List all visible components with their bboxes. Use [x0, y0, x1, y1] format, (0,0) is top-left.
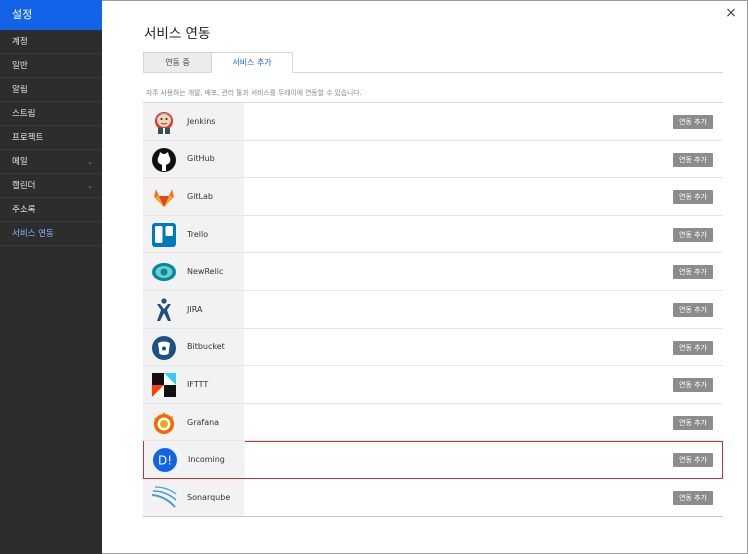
sidebar-item-label: 일반	[12, 61, 28, 71]
service-row: GitLab 연동 추가	[143, 178, 723, 216]
service-cell: JIRA	[143, 290, 244, 328]
tab-divider	[293, 72, 723, 73]
add-integration-button[interactable]: 연동 추가	[673, 152, 713, 167]
sidebar-item-label: 주소록	[12, 205, 36, 215]
trello-icon	[151, 222, 177, 248]
incoming-icon: D!	[152, 447, 178, 473]
service-cell: Sonarqube	[143, 478, 244, 516]
service-row: Sonarqube 연동 추가	[143, 478, 723, 517]
sidebar: 설정 계정일반알림스트림프로젝트메일 ⌄ 캘린더 ⌄ 주소록서비스 연동	[0, 0, 102, 554]
service-name: Bitbucket	[187, 342, 225, 352]
ifttt-icon	[151, 372, 177, 398]
sidebar-item-label: 계정	[12, 37, 28, 47]
sidebar-item[interactable]: 주소록	[0, 198, 102, 222]
service-cell: Bitbucket	[143, 328, 244, 366]
sidebar-item[interactable]: 알림	[0, 78, 102, 102]
newrelic-icon	[151, 259, 177, 285]
service-name: Trello	[187, 229, 209, 239]
tab-bar: 연동 중 서비스 추가	[143, 52, 293, 73]
service-name: GitLab	[187, 191, 213, 201]
sidebar-item-label: 프로젝트	[12, 133, 44, 143]
sidebar-item[interactable]: 스트림	[0, 102, 102, 126]
service-row: Grafana 연동 추가	[143, 403, 723, 442]
service-row: JIRA 연동 추가	[143, 290, 723, 329]
service-row: Jenkins 연동 추가	[143, 103, 723, 141]
service-name: Jenkins	[187, 116, 216, 126]
sidebar-item[interactable]: 프로젝트	[0, 126, 102, 150]
add-integration-button[interactable]: 연동 추가	[673, 227, 713, 242]
service-name: Incoming	[188, 455, 225, 465]
close-icon[interactable]: ×	[724, 6, 738, 20]
sidebar-item-label: 메일	[12, 157, 28, 167]
service-cell: Jenkins	[143, 103, 244, 140]
tab-connected[interactable]: 연동 중	[143, 52, 211, 73]
service-row: NewRelic 연동 추가	[143, 253, 723, 291]
service-list: Jenkins 연동 추가 GitHub 연동 추가 GitLab 연동 추가 Trello…	[143, 102, 723, 517]
description: 자주 사용하는 개발, 배포, 관리 툴과 서비스를 두레이에 연동할 수 있습…	[146, 89, 362, 97]
service-name: Sonarqube	[187, 492, 231, 502]
service-row: Trello 연동 추가	[143, 215, 723, 254]
sidebar-item[interactable]: 서비스 연동	[0, 222, 102, 246]
sidebar-item-label: 스트림	[12, 109, 36, 119]
gitlab-icon	[151, 184, 177, 210]
add-integration-button[interactable]: 연동 추가	[673, 302, 713, 317]
sidebar-menu: 계정일반알림스트림프로젝트메일 ⌄ 캘린더 ⌄ 주소록서비스 연동	[0, 30, 102, 246]
svg-text:D!: D!	[158, 454, 172, 468]
tab-add-service[interactable]: 서비스 추가	[211, 52, 293, 73]
service-row: D! Incoming 연동 추가	[143, 441, 723, 479]
sidebar-item-label: 서비스 연동	[12, 229, 54, 239]
chevron-down-icon: ⌄	[87, 158, 93, 166]
service-cell: D! Incoming	[144, 441, 245, 478]
page-title: 서비스 연동	[144, 26, 211, 42]
service-row: IFTTT 연동 추가	[143, 366, 723, 404]
service-cell: GitLab	[143, 178, 244, 215]
sidebar-item[interactable]: 캘린더 ⌄	[0, 174, 102, 198]
sidebar-item[interactable]: 일반	[0, 54, 102, 78]
bitbucket-icon	[151, 335, 177, 361]
add-integration-button[interactable]: 연동 추가	[673, 190, 713, 205]
service-name: NewRelic	[187, 267, 224, 277]
sidebar-item[interactable]: 계정	[0, 30, 102, 54]
add-integration-button[interactable]: 연동 추가	[673, 340, 713, 355]
chevron-down-icon: ⌄	[87, 182, 93, 190]
jenkins-icon	[151, 109, 177, 135]
sidebar-item[interactable]: 메일 ⌄	[0, 150, 102, 174]
add-integration-button[interactable]: 연동 추가	[673, 378, 713, 393]
service-cell: IFTTT	[143, 366, 244, 403]
jira-icon	[151, 297, 177, 323]
service-name: IFTTT	[187, 379, 209, 389]
add-integration-button[interactable]: 연동 추가	[673, 115, 713, 129]
service-cell: Trello	[143, 215, 244, 253]
add-integration-button[interactable]: 연동 추가	[673, 490, 713, 505]
service-row: Bitbucket 연동 추가	[143, 328, 723, 367]
github-icon	[151, 147, 177, 173]
service-name: JIRA	[187, 304, 203, 314]
sidebar-item-label: 캘린더	[12, 181, 36, 191]
sidebar-title: 설정	[0, 0, 102, 30]
service-cell: Grafana	[143, 403, 244, 441]
service-name: Grafana	[187, 417, 220, 427]
sidebar-item-label: 알림	[12, 85, 28, 95]
service-cell: GitHub	[143, 140, 244, 178]
grafana-icon	[151, 410, 177, 436]
service-cell: NewRelic	[143, 253, 244, 290]
add-integration-button[interactable]: 연동 추가	[673, 265, 713, 280]
add-integration-button[interactable]: 연동 추가	[673, 453, 713, 468]
tab-divider	[143, 72, 211, 73]
service-row: GitHub 연동 추가	[143, 140, 723, 179]
service-name: GitHub	[187, 154, 215, 164]
sonarqube-icon	[151, 485, 177, 511]
add-integration-button[interactable]: 연동 추가	[673, 415, 713, 430]
